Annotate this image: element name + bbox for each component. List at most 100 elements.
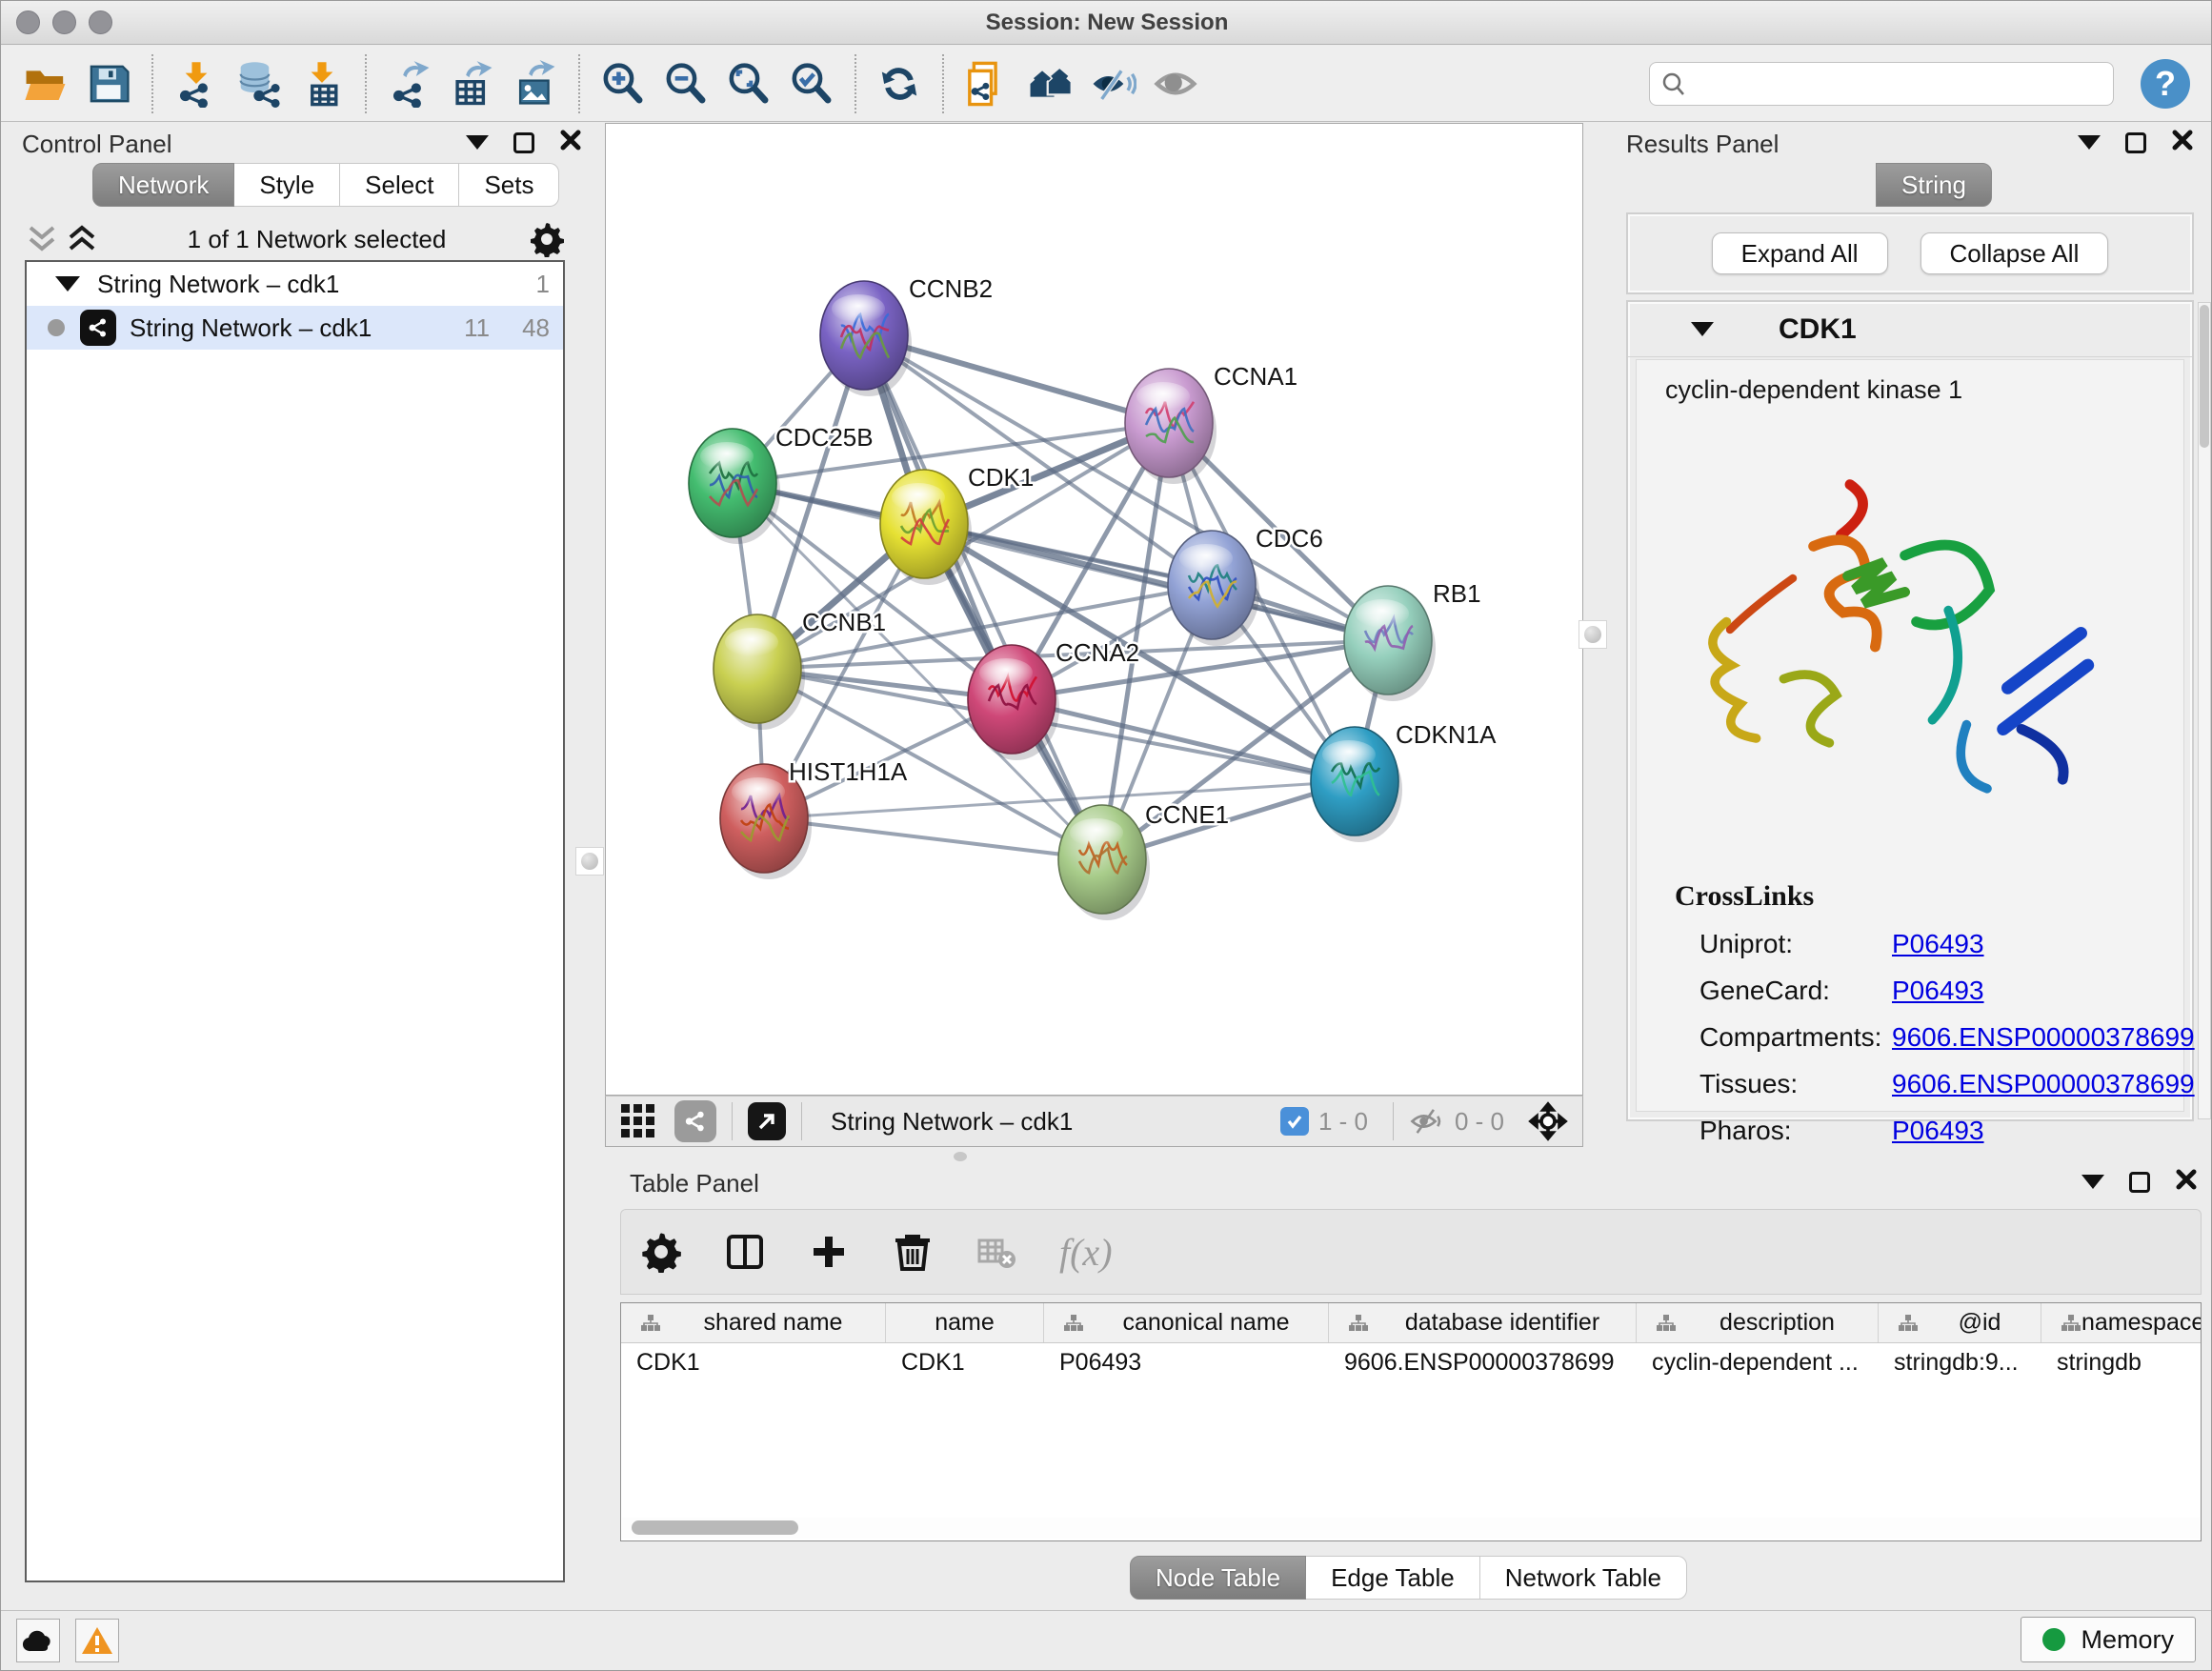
column-header-name[interactable]: name [886, 1303, 1044, 1342]
panel-float-icon[interactable] [2125, 132, 2146, 153]
column-header-canonical-name[interactable]: canonical name [1044, 1303, 1329, 1342]
network-graph[interactable]: CCNB2CCNA1CDC25BCDK1CDC6RB1CCNB1CCNA2CDK… [606, 124, 1582, 1095]
memory-button[interactable]: Memory [2021, 1617, 2196, 1662]
panel-menu-icon[interactable] [2081, 1175, 2104, 1189]
column-header-namespace[interactable]: namespace [2041, 1303, 2202, 1342]
network-node-RB1[interactable] [1344, 586, 1436, 701]
network-row[interactable]: String Network – cdk1 11 48 [27, 306, 563, 350]
import-network-file-button[interactable] [165, 53, 228, 114]
results-scrollbar-thumb[interactable] [2200, 305, 2209, 448]
detach-view-icon[interactable] [748, 1102, 786, 1140]
panel-close-icon[interactable] [559, 129, 582, 156]
right-divider-handle[interactable] [1579, 620, 1607, 649]
table-cell[interactable]: stringdb [2041, 1343, 2202, 1383]
network-node-CDKN1A[interactable] [1311, 727, 1402, 842]
selected-nodes-checkbox[interactable] [1280, 1107, 1309, 1136]
birds-eye-home-button[interactable] [1018, 53, 1081, 114]
search-input[interactable] [1696, 70, 2101, 98]
tab-network[interactable]: Network [92, 163, 234, 207]
delete-table-icon[interactable] [975, 1231, 1017, 1273]
network-edge[interactable] [764, 818, 1102, 859]
tab-edge-table[interactable]: Edge Table [1306, 1556, 1480, 1600]
crosslink-link[interactable]: P06493 [1892, 1116, 1984, 1146]
create-column-icon[interactable] [808, 1231, 850, 1273]
show-columns-icon[interactable] [724, 1231, 766, 1273]
search-box[interactable] [1649, 62, 2114, 106]
panel-float-icon[interactable] [2129, 1172, 2150, 1193]
panel-float-icon[interactable] [513, 132, 534, 153]
panel-close-icon[interactable] [2175, 1168, 2198, 1196]
expand-all-icon[interactable] [65, 225, 99, 253]
collapse-all-icon[interactable] [25, 225, 59, 253]
birds-eye-toggle-icon[interactable] [1527, 1100, 1569, 1142]
table-cell[interactable]: CDK1 [886, 1343, 1044, 1383]
table-cell[interactable]: P06493 [1044, 1343, 1329, 1383]
crosslink-link[interactable]: 9606.ENSP00000378699 [1892, 1069, 2195, 1099]
table-horizontal-scrollbar[interactable] [622, 1518, 2200, 1539]
network-node-CCNE1[interactable] [1058, 805, 1150, 920]
network-options-gear-icon[interactable] [529, 221, 565, 257]
help-button[interactable]: ? [2141, 59, 2190, 109]
open-file-button[interactable] [14, 53, 77, 114]
network-node-CDK1[interactable] [880, 470, 972, 585]
horizontal-divider-handle[interactable] [944, 1151, 976, 1162]
network-view-share-icon[interactable] [674, 1100, 716, 1142]
network-node-CDC6[interactable] [1168, 531, 1259, 646]
tab-style[interactable]: Style [234, 163, 340, 207]
results-scrollbar[interactable] [2198, 302, 2211, 1119]
crosslink-link[interactable]: P06493 [1892, 929, 1984, 959]
crosslink-link[interactable]: P06493 [1892, 976, 1984, 1006]
tab-select[interactable]: Select [340, 163, 459, 207]
table-cell[interactable]: cyclin-dependent ... [1637, 1343, 1879, 1383]
panel-close-icon[interactable] [2171, 129, 2194, 156]
tab-network-table[interactable]: Network Table [1480, 1556, 1687, 1600]
table-options-gear-icon[interactable] [640, 1231, 682, 1273]
export-table-button[interactable] [441, 53, 504, 114]
cloud-status-button[interactable] [16, 1619, 60, 1662]
network-node-CCNB2[interactable] [820, 281, 912, 396]
section-collapse-icon[interactable] [1691, 322, 1714, 336]
column-header-description[interactable]: description [1637, 1303, 1879, 1342]
zoom-in-button[interactable] [592, 53, 654, 114]
duplicate-network-button[interactable] [955, 53, 1018, 114]
hide-selected-button[interactable] [1081, 53, 1144, 114]
collection-expand-icon[interactable] [55, 276, 80, 292]
export-image-button[interactable] [504, 53, 567, 114]
import-table-file-button[interactable] [291, 53, 353, 114]
zoom-fit-button[interactable] [717, 53, 780, 114]
import-network-database-button[interactable] [228, 53, 291, 114]
table-scrollbar-thumb[interactable] [632, 1520, 798, 1535]
panel-menu-icon[interactable] [2078, 135, 2101, 150]
refresh-view-button[interactable] [868, 53, 931, 114]
collapse-all-button[interactable]: Collapse All [1920, 232, 2109, 274]
hidden-items-icon[interactable] [1409, 1106, 1445, 1137]
show-all-button[interactable] [1144, 53, 1207, 114]
crosslink-link[interactable]: 9606.ENSP00000378699 [1892, 1022, 2195, 1053]
table-cell[interactable]: CDK1 [621, 1343, 886, 1383]
table-cell[interactable]: stringdb:9... [1879, 1343, 2041, 1383]
tab-node-table[interactable]: Node Table [1130, 1556, 1306, 1600]
column-header-database-identifier[interactable]: database identifier [1329, 1303, 1637, 1342]
network-node-CCNA1[interactable] [1125, 369, 1217, 484]
table-cell[interactable]: 9606.ENSP00000378699 [1329, 1343, 1637, 1383]
table-row[interactable]: CDK1CDK1P064939606.ENSP00000378699cyclin… [621, 1343, 2201, 1383]
zoom-out-button[interactable] [654, 53, 717, 114]
zoom-selected-button[interactable] [780, 53, 843, 114]
grid-view-icon[interactable] [619, 1102, 657, 1140]
column-header--id[interactable]: @id [1879, 1303, 2041, 1342]
expand-all-button[interactable]: Expand All [1712, 232, 1888, 274]
network-collection-row[interactable]: String Network – cdk1 1 [27, 262, 563, 306]
delete-column-icon[interactable] [892, 1231, 934, 1273]
protein-section-header[interactable]: CDK1 [1628, 302, 2192, 357]
left-divider-handle[interactable] [575, 847, 604, 876]
warnings-button[interactable] [75, 1619, 119, 1662]
network-node-CCNB1[interactable] [714, 614, 805, 730]
network-canvas[interactable]: CCNB2CCNA1CDC25BCDK1CDC6RB1CCNB1CCNA2CDK… [605, 123, 1583, 1096]
network-node-CCNA2[interactable] [968, 645, 1059, 760]
export-network-button[interactable] [378, 53, 441, 114]
tab-sets[interactable]: Sets [459, 163, 559, 207]
tab-string[interactable]: String [1876, 163, 1992, 207]
function-builder-icon[interactable]: f(x) [1059, 1230, 1113, 1275]
save-session-button[interactable] [77, 53, 140, 114]
column-header-shared-name[interactable]: shared name [621, 1303, 886, 1342]
